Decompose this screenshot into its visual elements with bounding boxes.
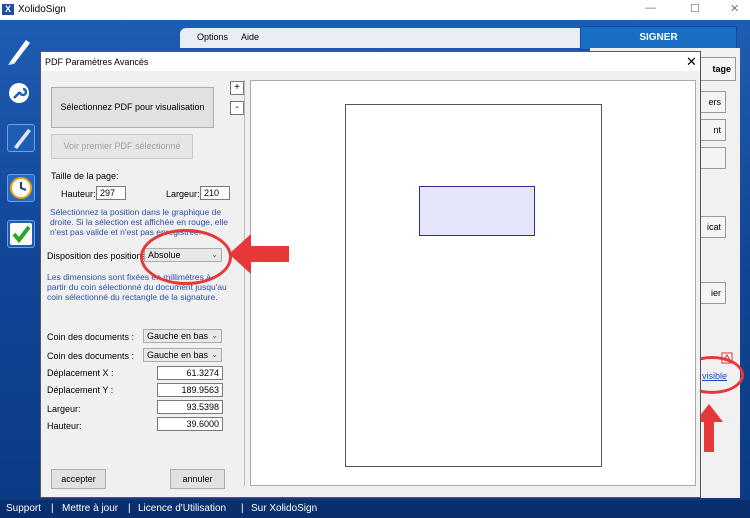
document-corner-label-1: Coin des documents : [47, 332, 135, 342]
sign-button[interactable]: SIGNER [580, 26, 737, 50]
settings-wrench-icon[interactable] [8, 82, 30, 104]
window-titlebar: X XolidoSign — ☐ ✕ [0, 0, 750, 20]
highlight-circle-layout [140, 229, 232, 285]
offset-x-label: Déplacement X : [47, 368, 114, 378]
menu-options[interactable]: Options [197, 32, 228, 42]
footer-update-link[interactable]: Mettre à jour [62, 503, 118, 514]
offset-y-label: Déplacement Y : [47, 385, 114, 395]
pdf-page-preview[interactable] [345, 104, 602, 467]
signature-width-field[interactable]: 93.5398 [157, 400, 223, 414]
right-panel-button-1[interactable]: tage [700, 57, 736, 81]
footer-separator: | [241, 503, 244, 514]
dialog-title: PDF Paramètres Avancés [45, 57, 149, 67]
window-title: XolidoSign [18, 4, 66, 15]
page-height-field[interactable]: 297 [96, 186, 126, 200]
accept-button[interactable]: accepter [51, 469, 106, 489]
cancel-button[interactable]: annuler [170, 469, 225, 489]
signature-rectangle[interactable] [419, 186, 535, 236]
offset-x-field[interactable]: 61.3274 [157, 366, 223, 380]
right-panel-button-4[interactable]: icat [700, 216, 726, 238]
right-panel-button-blank[interactable] [700, 147, 726, 169]
signature-height-field[interactable]: 39.6000 [157, 417, 223, 431]
document-corner-select-1[interactable]: Gauche en bas ⌄ [143, 329, 222, 343]
right-panel-button-5[interactable]: ier [700, 282, 726, 304]
sign-pen-icon[interactable] [7, 124, 35, 152]
page-size-label: Taille de la page: [51, 171, 119, 181]
document-corner-value-1: Gauche en bas [147, 331, 209, 341]
pane-divider [244, 80, 245, 486]
app-logo-icon: X [2, 4, 14, 15]
page-width-field[interactable]: 210 [200, 186, 230, 200]
page-width-label: Largeur: [166, 189, 200, 199]
xolido-pen-logo-icon [8, 40, 30, 65]
signature-width-label: Largeur: [47, 404, 81, 414]
offset-y-field[interactable]: 189.9563 [157, 383, 223, 397]
signature-height-label: Hauteur: [47, 421, 82, 431]
right-panel-button-3[interactable]: nt [700, 119, 726, 141]
zoom-out-button[interactable]: - [230, 101, 244, 115]
chevron-down-icon: ⌄ [211, 350, 218, 359]
view-first-pdf-button[interactable]: Voir premier PDF sélectionné [51, 134, 193, 159]
footer-separator: | [51, 503, 54, 514]
right-panel-button-2[interactable]: ers [700, 91, 726, 113]
close-window-button[interactable]: ✕ [730, 2, 739, 15]
position-layout-label: Disposition des positions : [47, 251, 152, 261]
page-height-label: Hauteur: [61, 189, 96, 199]
footer-support-link[interactable]: Support [6, 503, 41, 514]
select-pdf-button[interactable]: Sélectionnez PDF pour visualisation [51, 87, 214, 128]
maximize-button[interactable]: ☐ [690, 2, 700, 15]
document-corner-value-2: Gauche en bas [147, 350, 209, 360]
clock-icon[interactable] [7, 174, 35, 202]
left-arrow-icon [229, 234, 289, 274]
dialog-titlebar: PDF Paramètres Avancés [40, 51, 701, 71]
chevron-down-icon: ⌄ [211, 331, 218, 340]
zoom-in-button[interactable]: + [230, 81, 244, 95]
document-corner-select-2[interactable]: Gauche en bas ⌄ [143, 348, 222, 362]
document-corner-label-2: Coin des documents : [47, 351, 135, 361]
footer-separator: | [128, 503, 131, 514]
menu-aide[interactable]: Aide [241, 32, 259, 42]
footer-about-link[interactable]: Sur XolidoSign [251, 503, 317, 514]
checkmark-icon[interactable] [7, 220, 35, 248]
dialog-close-button[interactable]: ✕ [686, 54, 697, 70]
minimize-button[interactable]: — [645, 2, 656, 14]
footer-license-link[interactable]: Licence d'Utilisation [138, 503, 226, 514]
